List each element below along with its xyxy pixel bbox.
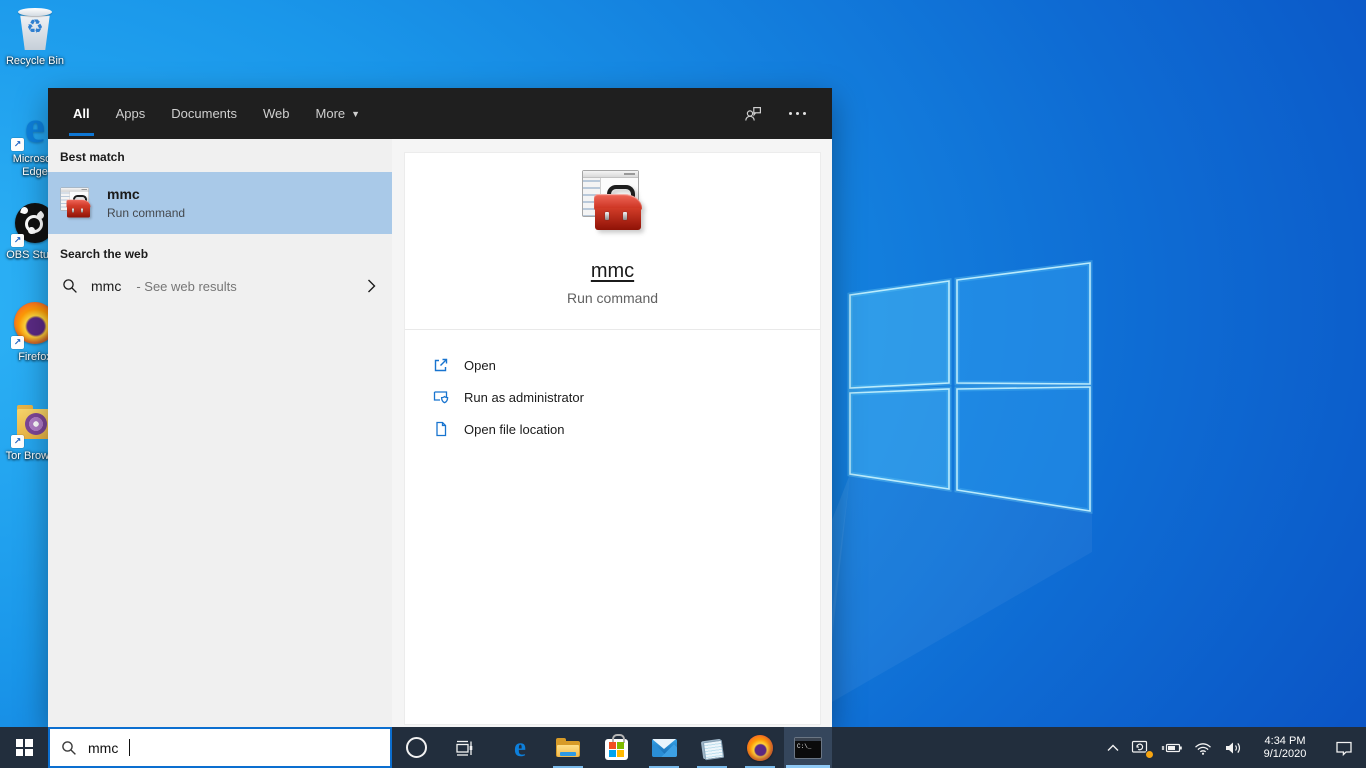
taskbar-mail-button[interactable] [640,727,688,768]
web-search-result[interactable]: mmc - See web results [48,269,392,303]
tab-all[interactable]: All [60,88,103,139]
cortana-button[interactable] [392,727,440,768]
shortcut-arrow-icon: ↗ [11,138,24,151]
desktop-icon-recycle-bin[interactable]: ♻ Recycle Bin [2,6,68,68]
task-view-icon [456,740,473,756]
search-icon [62,740,76,755]
wifi-icon [1195,742,1211,755]
desktop-icon-label: Recycle Bin [5,55,65,67]
command-prompt-icon: C:\_ [794,736,822,759]
volume-icon [1226,742,1240,753]
web-query: mmc [91,278,122,294]
taskbar-file-explorer-button[interactable] [544,727,592,768]
file-location-icon [436,421,447,437]
taskbar-search-box[interactable]: mmc [48,727,392,768]
notepad-icon [700,737,725,760]
action-center-icon [1336,741,1352,756]
best-match-label: Best match [60,150,125,164]
tab-web[interactable]: Web [250,88,303,139]
more-options-ellipsis-icon[interactable] [786,103,808,125]
action-open[interactable]: Open [432,349,820,381]
network-tray-button[interactable] [1188,727,1218,768]
status-dot [1145,750,1154,759]
firefox-icon [747,734,773,761]
cortana-icon [405,737,427,758]
action-center-button[interactable] [1322,727,1366,768]
admin-shield-icon [433,391,449,404]
search-icon [63,279,77,293]
taskbar-notepad-button[interactable] [688,727,736,768]
system-tray: 4:34 PM 9/1/2020 [1100,727,1366,768]
feedback-user-icon[interactable] [742,103,764,125]
result-detail-area: mmc Run command Open Run as administrato… [392,139,832,727]
taskbar-clock[interactable]: 4:34 PM 9/1/2020 [1248,735,1322,761]
chevron-down-icon: ▼ [351,108,361,119]
start-button[interactable] [0,727,48,768]
clock-date: 9/1/2020 [1263,747,1307,760]
shortcut-arrow-icon: ↗ [11,435,24,448]
result-title: mmc [107,186,140,202]
chevron-right-icon[interactable] [367,278,376,299]
chevron-up-icon [1107,744,1119,751]
start-search-panel: All Apps Documents Web More ▼ Best match… [48,88,832,727]
battery-charging-icon [1161,743,1182,752]
search-the-web-label: Search the web [60,247,149,261]
task-view-button[interactable] [440,727,488,768]
best-match-result-mmc[interactable]: mmc Run command [48,172,392,234]
detail-subtitle: Run command [566,290,659,306]
shortcut-arrow-icon: ↗ [11,336,24,349]
hidden-icons-button[interactable] [1100,727,1126,768]
taskbar-firefox-button[interactable] [736,727,784,768]
edge-icon: e [514,732,526,762]
tab-more[interactable]: More ▼ [303,88,374,139]
file-explorer-icon [556,737,580,758]
taskbar-edge-button[interactable]: e [496,727,544,768]
search-results-column: Best match mmc Run command Search the we… [48,139,392,727]
battery-tray-button[interactable] [1156,727,1188,768]
web-query-suffix: - See web results [136,278,237,294]
windows-logo-icon [15,739,33,756]
taskbar-store-button[interactable] [592,727,640,768]
action-run-as-administrator[interactable]: Run as administrator [432,381,820,413]
tab-apps[interactable]: Apps [103,88,159,139]
tab-documents[interactable]: Documents [158,88,250,139]
taskbar-command-prompt-button[interactable]: C:\_ [784,727,832,768]
recycle-bin-icon: ♻ [12,6,58,52]
result-detail-card: mmc Run command Open Run as administrato… [404,152,821,725]
detail-title: mmc [590,260,635,282]
search-filter-bar: All Apps Documents Web More ▼ [48,88,832,139]
result-subtitle: Run command [107,206,186,220]
open-external-icon [434,358,448,372]
shortcut-arrow-icon: ↗ [11,234,24,247]
mmc-toolbox-icon [581,169,645,233]
action-open-file-location[interactable]: Open file location [432,413,820,445]
microsoft-store-icon [604,734,628,760]
mmc-toolbox-icon [60,187,92,219]
taskbar: mmc e C:\_ 4:34 PM 9/1/2020 [0,727,1366,768]
mail-icon [651,738,677,757]
volume-tray-button[interactable] [1218,727,1248,768]
text-cursor [129,739,131,756]
display-status-tray-button[interactable] [1126,727,1156,768]
clock-time: 4:34 PM [1264,734,1306,747]
search-input-value: mmc [88,739,119,756]
